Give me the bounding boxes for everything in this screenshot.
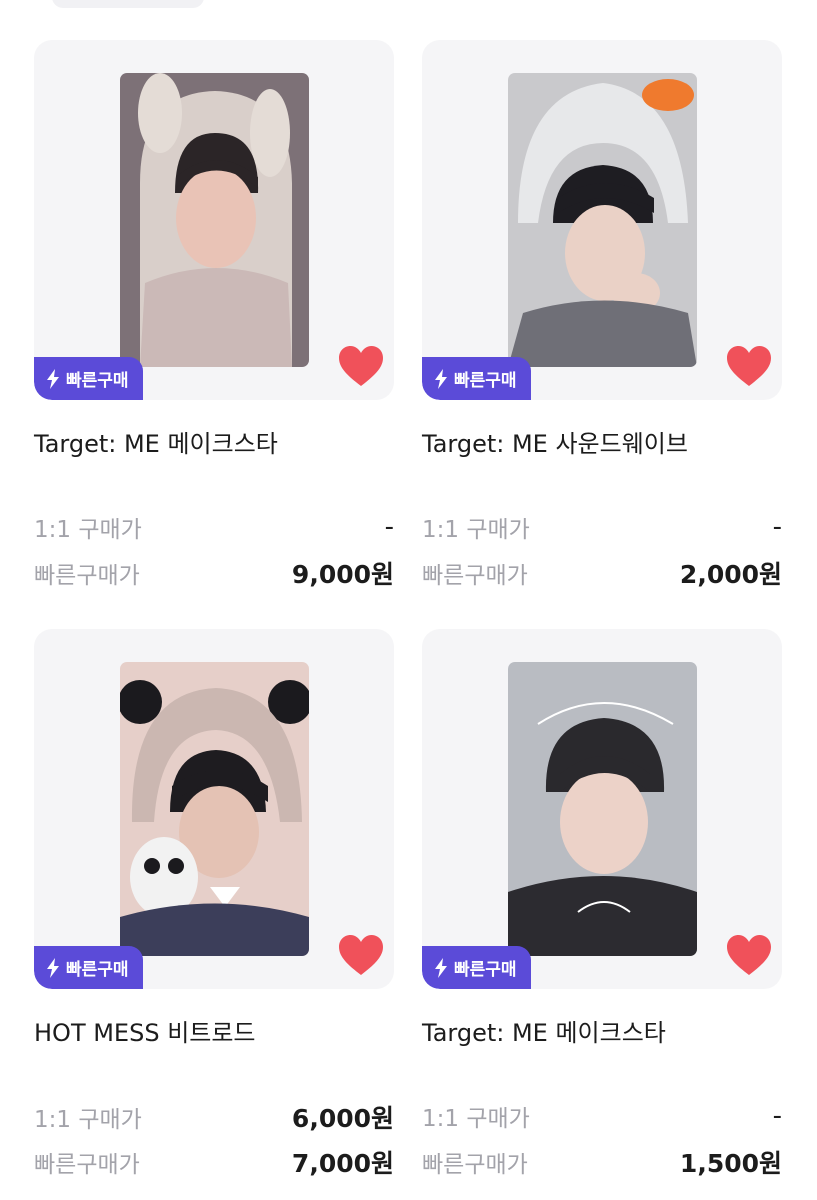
one-to-one-price-value: - (772, 1101, 782, 1131)
lightning-bolt-icon (435, 957, 447, 978)
one-to-one-price-label: 1:1 구매가 (422, 1106, 530, 1132)
quick-price-label: 빠른구매가 (422, 563, 528, 589)
heart-icon[interactable] (338, 934, 384, 976)
product-grid: 빠른구매 Target: ME 메이크스타 1:1 구매가 - 빠른구매가 9,… (0, 0, 817, 1200)
quick-price-label: 빠른구매가 (422, 1152, 528, 1178)
one-to-one-price-value: - (384, 512, 394, 542)
product-title[interactable]: HOT MESS 비트로드 (34, 1013, 256, 1048)
one-to-one-price-label: 1:1 구매가 (34, 517, 142, 543)
product-thumbnail[interactable]: 빠른구매 (34, 40, 394, 400)
product-thumbnail[interactable]: 빠른구매 (34, 629, 394, 989)
product-card[interactable]: 빠른구매 HOT MESS 비트로드 1:1 구매가 6,000원 빠른구매가 … (34, 629, 394, 1178)
quick-buy-badge: 빠른구매 (34, 946, 143, 989)
quick-price-row: 빠른구매가 1,500원 (422, 1144, 782, 1180)
quick-price-label: 빠른구매가 (34, 1152, 140, 1178)
quick-price-value: 9,000원 (291, 560, 394, 589)
quick-buy-badge: 빠른구매 (422, 946, 531, 989)
one-to-one-price-row: 1:1 구매가 - (34, 510, 394, 544)
quick-price-value: 2,000원 (679, 560, 782, 589)
one-to-one-price-row: 1:1 구매가 6,000원 (34, 1099, 394, 1135)
product-title[interactable]: Target: ME 메이크스타 (34, 424, 278, 459)
lightning-bolt-icon (435, 368, 447, 389)
product-card[interactable]: 빠른구매 Target: ME 메이크스타 1:1 구매가 - 빠른구매가 1,… (422, 629, 782, 1178)
quick-buy-badge-label: 빠른구매 (66, 371, 129, 391)
heart-icon[interactable] (726, 934, 772, 976)
product-thumbnail[interactable]: 빠른구매 (422, 629, 782, 989)
one-to-one-price-value: 6,000원 (291, 1104, 394, 1133)
one-to-one-price-value: - (772, 512, 782, 542)
lightning-bolt-icon (47, 957, 59, 978)
quick-price-value: 1,500원 (679, 1149, 782, 1178)
quick-buy-badge: 빠른구매 (422, 357, 531, 400)
quick-price-row: 빠른구매가 2,000원 (422, 555, 782, 591)
photocard-image (508, 73, 697, 367)
quick-price-label: 빠른구매가 (34, 563, 140, 589)
quick-price-row: 빠른구매가 7,000원 (34, 1144, 394, 1180)
quick-price-value: 7,000원 (291, 1149, 394, 1178)
heart-icon[interactable] (726, 345, 772, 387)
product-thumbnail[interactable]: 빠른구매 (422, 40, 782, 400)
quick-buy-badge-label: 빠른구매 (454, 960, 517, 980)
quick-buy-badge-label: 빠른구매 (454, 371, 517, 391)
quick-buy-badge-label: 빠른구매 (66, 960, 129, 980)
photocard-image (120, 662, 309, 956)
photocard-image (508, 662, 697, 956)
photocard-image (120, 73, 309, 367)
heart-icon[interactable] (338, 345, 384, 387)
lightning-bolt-icon (47, 368, 59, 389)
product-title[interactable]: Target: ME 메이크스타 (422, 1013, 666, 1048)
quick-price-row: 빠른구매가 9,000원 (34, 555, 394, 591)
one-to-one-price-row: 1:1 구매가 - (422, 1099, 782, 1133)
one-to-one-price-label: 1:1 구매가 (422, 517, 530, 543)
one-to-one-price-row: 1:1 구매가 - (422, 510, 782, 544)
one-to-one-price-label: 1:1 구매가 (34, 1107, 142, 1133)
product-title[interactable]: Target: ME 사운드웨이브 (422, 424, 688, 459)
quick-buy-badge: 빠른구매 (34, 357, 143, 400)
product-card[interactable]: 빠른구매 Target: ME 사운드웨이브 1:1 구매가 - 빠른구매가 2… (422, 40, 782, 589)
product-card[interactable]: 빠른구매 Target: ME 메이크스타 1:1 구매가 - 빠른구매가 9,… (34, 40, 394, 589)
